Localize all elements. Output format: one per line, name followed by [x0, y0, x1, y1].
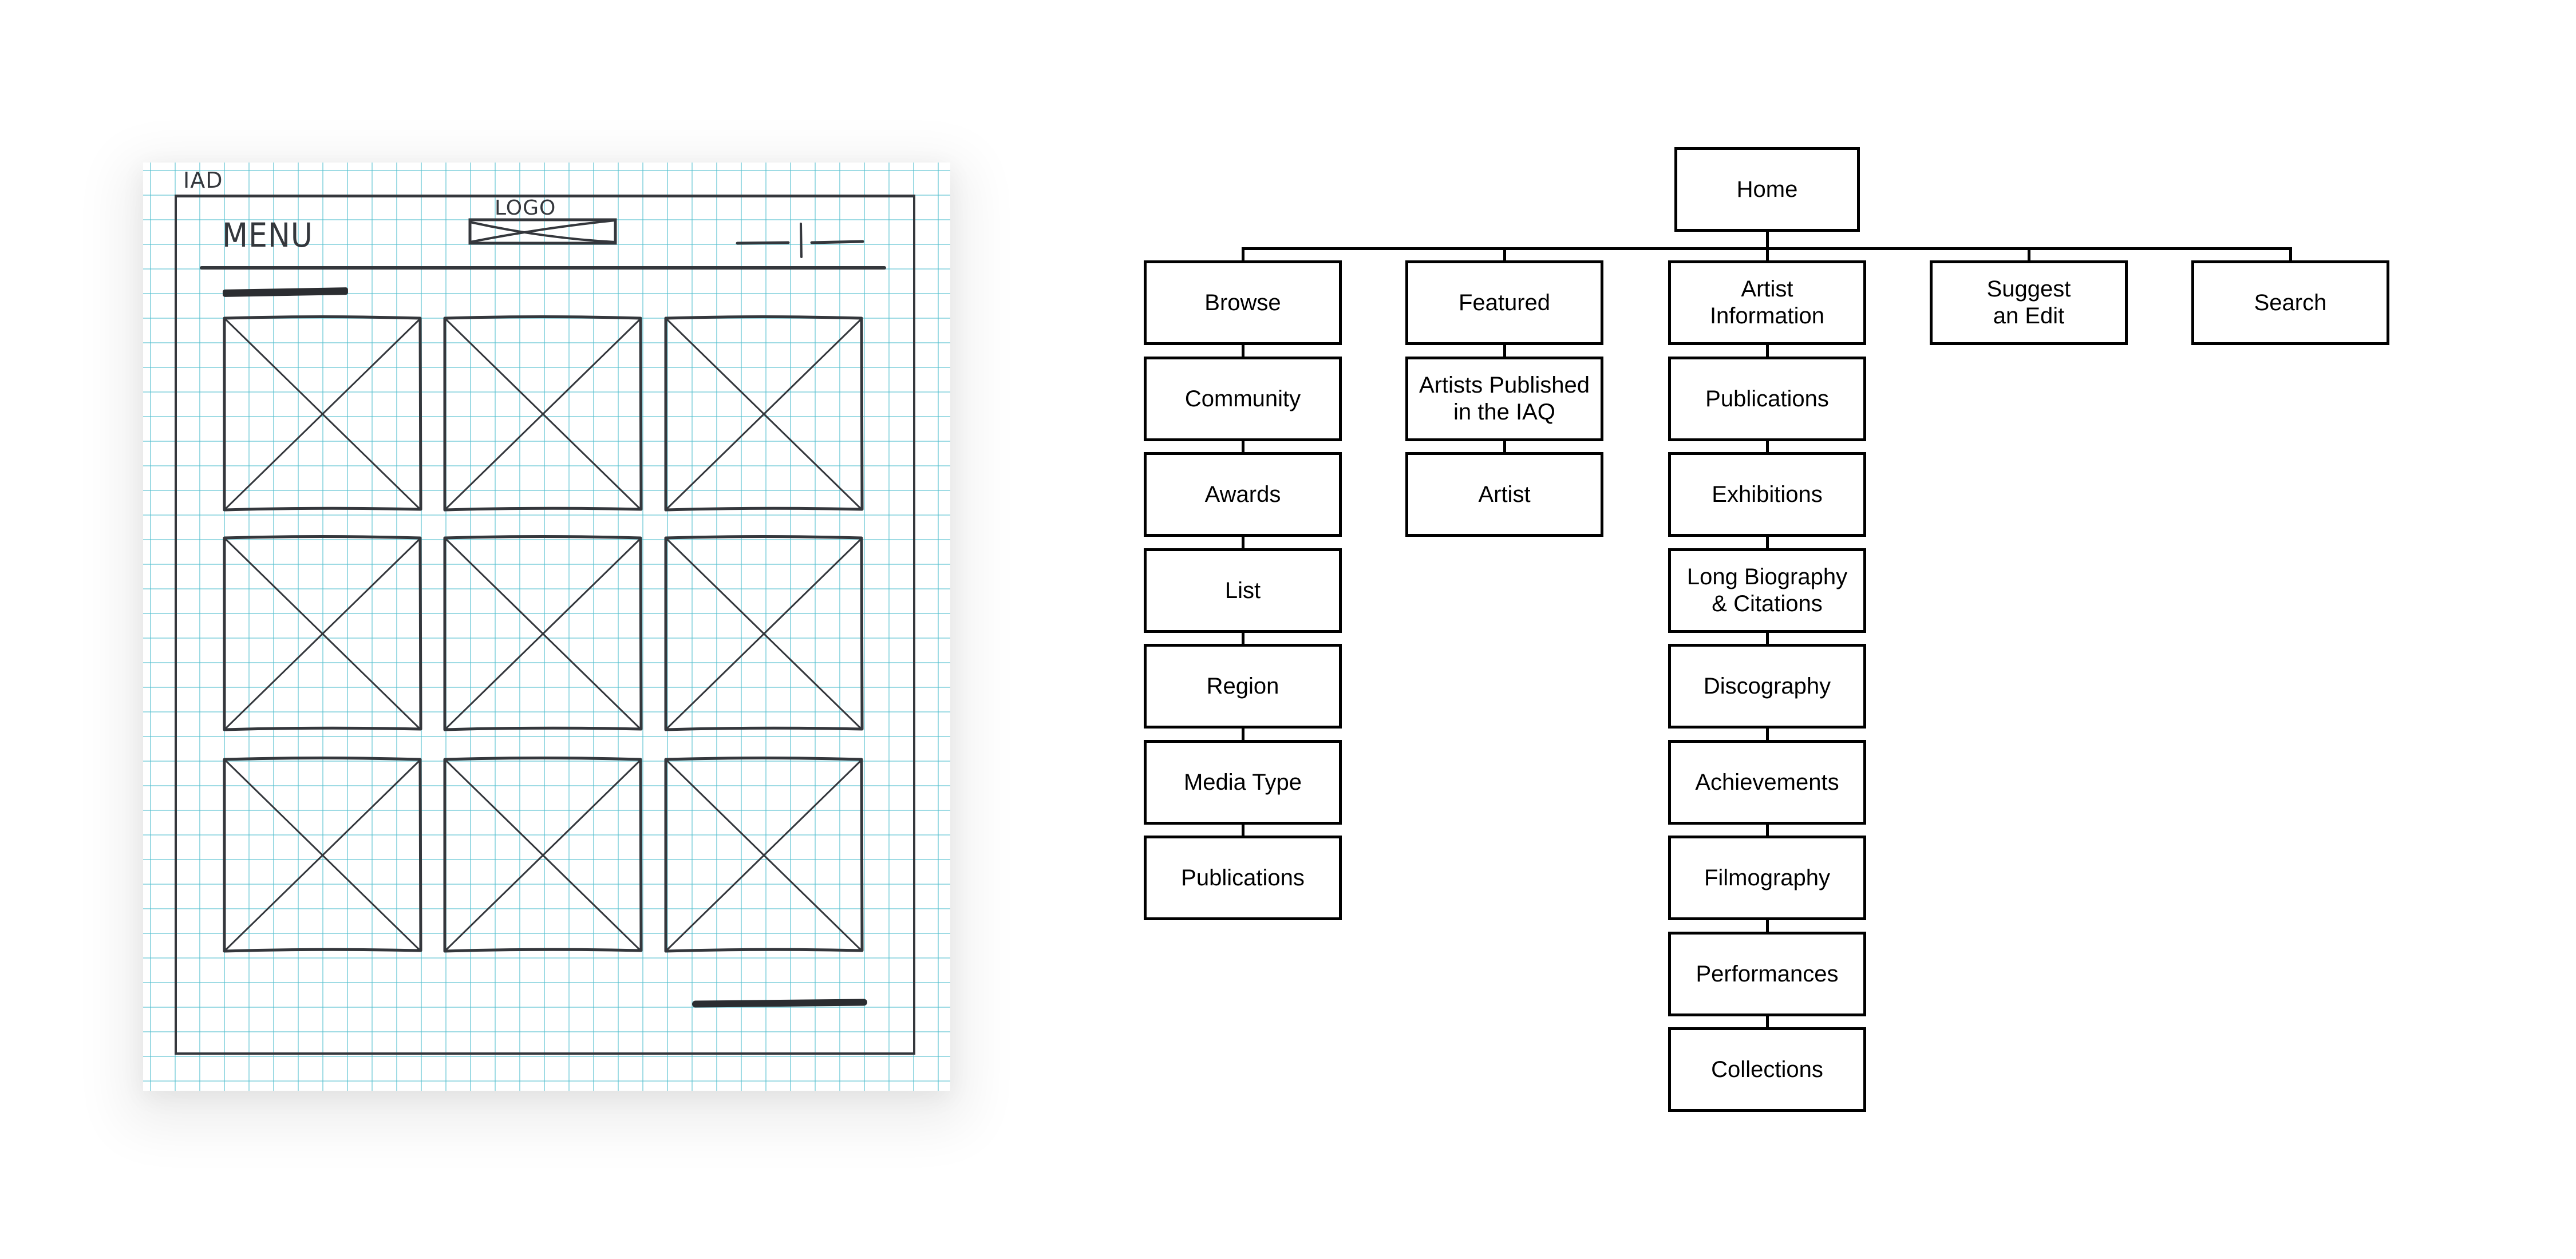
sitemap-node-child[interactable]: List — [1144, 548, 1342, 633]
sitemap-node-home[interactable]: Home — [1674, 147, 1860, 232]
sitemap-node-child[interactable]: Discography — [1668, 644, 1866, 729]
sitemap-node-child[interactable]: Region — [1144, 644, 1342, 729]
sitemap-node-child[interactable]: Achievements — [1668, 740, 1866, 825]
image-placeholder-icon — [664, 757, 864, 953]
connector-section — [2289, 247, 2292, 260]
connector-child — [1765, 824, 1769, 836]
connector-section — [2027, 247, 2030, 260]
connector-child — [1241, 632, 1244, 644]
image-placeholder-icon — [223, 535, 422, 731]
sitemap-node-section[interactable]: Search — [2191, 260, 2389, 345]
sitemap-node-child[interactable]: Long Biography & Citations — [1668, 548, 1866, 633]
sketch-image-tile — [664, 315, 864, 512]
connector-child — [1765, 632, 1769, 644]
sketch-frame-right — [913, 195, 915, 1054]
connector-child — [1241, 345, 1244, 357]
image-placeholder-icon — [664, 315, 864, 512]
connector-child — [1765, 1016, 1769, 1027]
connector-child — [1241, 729, 1244, 740]
sitemap-node-section[interactable]: Browse — [1144, 260, 1342, 345]
sitemap-node-child[interactable]: Media Type — [1144, 740, 1342, 825]
sitemap-node-child[interactable]: Publications — [1144, 836, 1342, 920]
sitemap-node-child[interactable]: Artists Published in the IAQ — [1405, 357, 1603, 441]
sitemap-node-section[interactable]: Featured — [1405, 260, 1603, 345]
sitemap-node-section[interactable]: Suggest an Edit — [1930, 260, 2128, 345]
sketch-logo-placeholder — [468, 218, 617, 245]
connector-child — [1241, 441, 1244, 452]
connector-child — [1765, 537, 1769, 548]
connector-child — [1503, 441, 1506, 452]
connector-child — [1241, 824, 1244, 836]
sitemap-node-child[interactable]: Awards — [1144, 452, 1342, 537]
sitemap-node-child[interactable]: Collections — [1668, 1027, 1866, 1112]
sitemap-node-child[interactable]: Publications — [1668, 357, 1866, 441]
sitemap-node-child[interactable]: Exhibitions — [1668, 452, 1866, 537]
sketch-image-tile — [223, 315, 422, 512]
sketch-image-tile — [223, 535, 422, 731]
image-placeholder-icon — [223, 315, 422, 512]
sketch-corner-label: IAD — [183, 168, 223, 193]
sitemap-node-section[interactable]: Artist Information — [1668, 260, 1866, 345]
connector-child — [1241, 537, 1244, 548]
sketch-footer-bar — [692, 999, 868, 1008]
sketch-frame-bottom — [175, 1052, 915, 1055]
connector-child — [1765, 920, 1769, 932]
image-placeholder-icon — [443, 757, 643, 953]
sitemap-node-child[interactable]: Performances — [1668, 932, 1866, 1016]
sketch-image-tile — [664, 757, 864, 953]
sketch-header-divider — [200, 266, 886, 270]
image-placeholder-icon — [443, 315, 643, 512]
sketch-image-tile — [443, 757, 643, 953]
sketch-menu-label: MENU — [222, 216, 313, 255]
sketch-frame-left — [175, 195, 177, 1054]
sitemap-node-child[interactable]: Community — [1144, 357, 1342, 441]
logo-placeholder-icon — [468, 218, 617, 245]
sketch-image-tile — [664, 535, 864, 731]
connector-section — [1241, 247, 1244, 260]
connector-child — [1765, 441, 1769, 452]
image-placeholder-icon — [443, 535, 643, 731]
image-placeholder-icon — [664, 535, 864, 731]
connector-child — [1765, 729, 1769, 740]
search-icon-sketch — [736, 223, 864, 258]
sketch-wireframe-paper: IAD MENU LOGO — [143, 163, 950, 1091]
image-placeholder-icon — [223, 757, 422, 953]
sketch-image-tile — [223, 757, 422, 953]
connector-child — [1503, 345, 1506, 357]
search-icon — [736, 223, 864, 258]
connector-section — [1503, 247, 1506, 260]
sitemap-node-child[interactable]: Filmography — [1668, 836, 1866, 920]
sketch-title-bar — [222, 287, 349, 297]
sketch-image-tile — [443, 535, 643, 731]
connector-root — [1765, 232, 1769, 247]
sketch-image-tile — [443, 315, 643, 512]
sitemap-node-child[interactable]: Artist — [1405, 452, 1603, 537]
connector-child — [1765, 345, 1769, 357]
connector-section — [1765, 247, 1769, 260]
sketch-logo-label: LOGO — [495, 196, 556, 220]
